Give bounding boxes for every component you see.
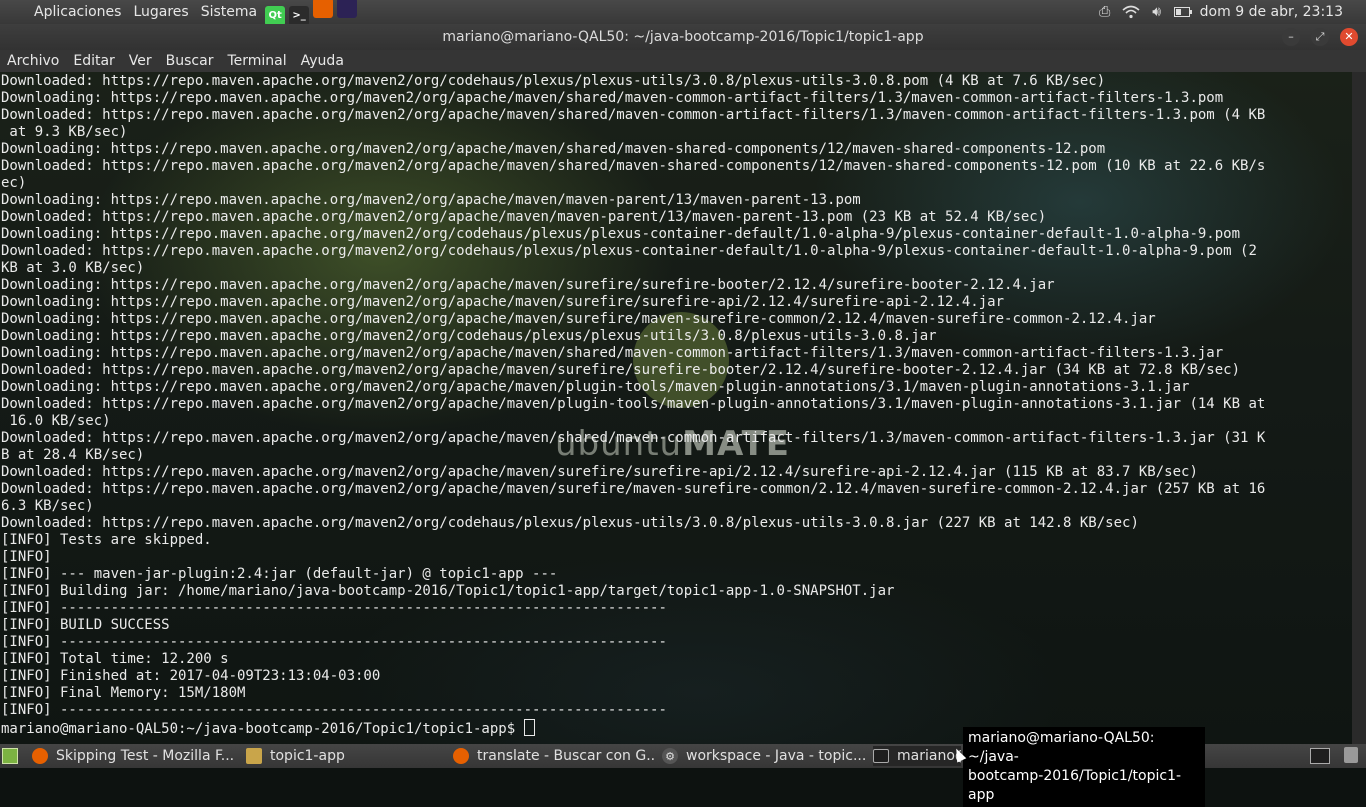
- terminal-icon[interactable]: [1310, 748, 1330, 764]
- taskbar-item-label: workspace - Java - topic...: [686, 748, 865, 764]
- battery-icon[interactable]: [1173, 3, 1193, 21]
- taskbar-item[interactable]: Skipping Test - Mozilla F...: [32, 746, 237, 766]
- menu-sistema[interactable]: Sistema: [195, 0, 263, 24]
- terminal-line: Downloading: https://repo.maven.apache.o…: [1, 328, 937, 344]
- terminal-line: Downloaded: https://repo.maven.apache.or…: [1, 396, 1266, 412]
- eclipse-icon: ⚙: [662, 748, 678, 764]
- terminal-line: Downloaded: https://repo.maven.apache.or…: [1, 464, 1198, 480]
- tooltip-line: mariano@mariano-QAL50: ~/java-: [968, 730, 1155, 765]
- firefox-icon: [32, 748, 48, 764]
- terminal-icon[interactable]: >_: [289, 5, 310, 26]
- terminal-line: Downloading: https://repo.maven.apache.o…: [1, 294, 1005, 310]
- menu-lugares[interactable]: Lugares: [127, 0, 194, 24]
- terminal-line: Downloading: https://repo.maven.apache.o…: [1, 277, 1055, 293]
- taskbar-item-label: translate - Buscar con G...: [477, 748, 655, 764]
- menu-archivo[interactable]: Archivo: [0, 50, 66, 72]
- terminal-line: B at 28.4 KB/sec): [1, 447, 145, 463]
- taskbar-item-label: Skipping Test - Mozilla F...: [56, 748, 235, 764]
- terminal-cursor: [523, 719, 535, 736]
- menu-ver[interactable]: Ver: [122, 50, 159, 72]
- window-title: mariano@mariano-QAL50: ~/java-bootcamp-2…: [442, 29, 924, 45]
- terminal-line: Downloaded: https://repo.maven.apache.or…: [1, 243, 1257, 259]
- top-panel: Aplicaciones Lugares Sistema Qt >_ ⎙ 🔊︎ d…: [0, 0, 1366, 26]
- taskbar-item[interactable]: ⚙ workspace - Java - topic...: [662, 746, 865, 766]
- taskbar-item-label: topic1-app: [270, 748, 345, 764]
- terminal-line: Downloading: https://repo.maven.apache.o…: [1, 345, 1224, 361]
- terminal-line: Downloading: https://repo.maven.apache.o…: [1, 90, 1224, 106]
- terminal-line: [INFO] ---------------------------------…: [1, 600, 667, 616]
- terminal-output[interactable]: ubuntuMATE Downloaded: https://repo.mave…: [0, 72, 1352, 744]
- terminal-line: [INFO] Total time: 12.200 s: [1, 651, 229, 667]
- terminal-line: KB at 3.0 KB/sec): [1, 260, 145, 276]
- firefox-icon: [453, 748, 469, 764]
- window-titlebar[interactable]: mariano@mariano-QAL50: ~/java-bootcamp-2…: [0, 24, 1366, 50]
- terminal-line: [INFO] --- maven-jar-plugin:2.4:jar (def…: [1, 566, 558, 582]
- terminal-menubar: Archivo Editar Ver Buscar Terminal Ayuda: [0, 50, 1366, 72]
- terminal-line: at 9.3 KB/sec): [1, 124, 128, 140]
- terminal-line: Downloading: https://repo.maven.apache.o…: [1, 141, 1106, 157]
- terminal-line: 6.3 KB/sec): [1, 498, 94, 514]
- terminal-line: [INFO] Building jar: /home/mariano/java-…: [1, 583, 895, 599]
- terminal-line: Downloaded: https://repo.maven.apache.or…: [1, 515, 1139, 531]
- maximize-button[interactable]: ⤢: [1311, 28, 1329, 46]
- terminal-line: Downloaded: https://repo.maven.apache.or…: [1, 73, 1106, 89]
- volume-icon[interactable]: 🔊︎: [1147, 3, 1167, 21]
- terminal-line: Downloaded: https://repo.maven.apache.or…: [1, 107, 1266, 123]
- terminal-line: Downloading: https://repo.maven.apache.o…: [1, 379, 1190, 395]
- launcher-group: Qt >_: [263, 0, 359, 26]
- terminal-line: [INFO] BUILD SUCCESS: [1, 617, 170, 633]
- terminal-line: Downloaded: https://repo.maven.apache.or…: [1, 158, 1266, 174]
- terminal-line: Downloading: https://repo.maven.apache.o…: [1, 311, 1156, 327]
- terminal-line: [INFO] Finished at: 2017-04-09T23:13:04-…: [1, 668, 381, 684]
- terminal-lines: Downloaded: https://repo.maven.apache.or…: [1, 73, 1352, 737]
- firefox-icon[interactable]: [313, 0, 334, 19]
- trash-icon[interactable]: [1344, 747, 1358, 763]
- clock[interactable]: dom 9 de abr, 23:13: [1200, 4, 1343, 20]
- terminal-line: [INFO] ---------------------------------…: [1, 634, 667, 650]
- taskbar-item[interactable]: topic1-app: [246, 746, 446, 766]
- menu-terminal[interactable]: Terminal: [220, 50, 293, 72]
- terminal-prompt: mariano@mariano-QAL50:~/java-bootcamp-20…: [1, 721, 524, 737]
- wifi-icon[interactable]: [1121, 3, 1141, 21]
- terminal-line: Downloaded: https://repo.maven.apache.or…: [1, 481, 1266, 497]
- printer-icon[interactable]: ⎙: [1095, 3, 1115, 21]
- terminal-scrollbar[interactable]: [1352, 72, 1366, 744]
- minimize-button[interactable]: –: [1282, 28, 1300, 46]
- terminal-line: [INFO] Tests are skipped.: [1, 532, 212, 548]
- menu-buscar[interactable]: Buscar: [159, 50, 221, 72]
- close-button[interactable]: ✕: [1340, 28, 1358, 46]
- terminal-icon: [873, 749, 889, 763]
- tooltip-line: bootcamp-2016/Topic1/topic1-app: [968, 768, 1182, 803]
- taskbar-item[interactable]: mariano@mariano-QAL50: ~/java-bootca...: [873, 746, 961, 766]
- terminal-line: Downloaded: https://repo.maven.apache.or…: [1, 209, 1047, 225]
- folder-icon: [246, 748, 262, 764]
- menu-ayuda[interactable]: Ayuda: [294, 50, 351, 72]
- terminal-line: Downloading: https://repo.maven.apache.o…: [1, 226, 1241, 242]
- terminal-line: [INFO] Final Memory: 15M/180M: [1, 685, 246, 701]
- terminal-line: [INFO]: [1, 549, 52, 565]
- qt-icon[interactable]: Qt: [265, 5, 286, 26]
- terminal-line: Downloading: https://repo.maven.apache.o…: [1, 192, 861, 208]
- taskbar-tooltip: mariano@mariano-QAL50: ~/java- bootcamp-…: [963, 727, 1205, 807]
- terminal-line: Downloaded: https://repo.maven.apache.or…: [1, 362, 1241, 378]
- terminal-line: ec): [1, 175, 27, 191]
- eclipse-icon[interactable]: [337, 0, 358, 19]
- terminal-line: [INFO] ---------------------------------…: [1, 702, 667, 718]
- system-tray: ⎙ 🔊︎ dom 9 de abr, 23:13: [1092, 0, 1366, 24]
- terminal-line: Downloaded: https://repo.maven.apache.or…: [1, 430, 1266, 446]
- taskbar-item[interactable]: translate - Buscar con G...: [453, 746, 655, 766]
- terminal-line: 16.0 KB/sec): [1, 413, 111, 429]
- menu-aplicaciones[interactable]: Aplicaciones: [0, 0, 127, 24]
- show-desktop-icon[interactable]: [2, 748, 18, 764]
- menu-editar[interactable]: Editar: [66, 50, 121, 72]
